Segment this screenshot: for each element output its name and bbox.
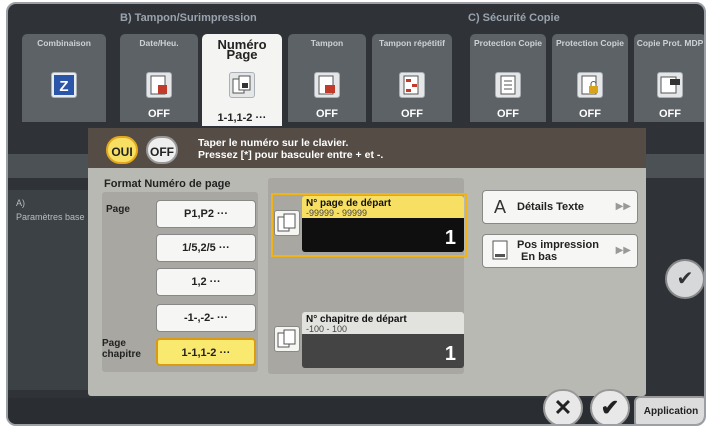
tab-value: OFF — [497, 108, 519, 120]
pos-impression-line-2: En bas — [521, 251, 558, 263]
tab-tampon[interactable]: Tampon OFF — [288, 34, 366, 122]
svg-text:Z: Z — [59, 78, 68, 95]
tab-label: Protection Copie — [555, 38, 624, 48]
tab-copie-prot-mdp[interactable]: Copie Prot. MDP OFF — [634, 34, 704, 122]
tab-date-heure[interactable]: Date/Heu. OFF — [120, 34, 198, 122]
combination-icon: Z — [51, 72, 77, 98]
tab-value: OFF — [579, 108, 601, 120]
mfp-screen: B) Tampon/Surimpression C) Sécurité Copi… — [6, 2, 706, 426]
start-chapter-range: -100 - 100 — [306, 324, 348, 334]
application-button[interactable]: Application — [634, 396, 704, 424]
stamp-icon — [314, 72, 340, 98]
tab-value: OFF — [659, 108, 681, 120]
copy-protect-icon — [495, 72, 521, 98]
chapter-number-icon — [274, 326, 300, 352]
details-texte-label: Détails Texte — [517, 201, 585, 213]
page-number-dialog: OUI OFF Taper le numéro sur le clavier. … — [88, 128, 646, 396]
start-page-input[interactable]: 1 — [302, 218, 464, 252]
chapter-label-line-1: Page — [102, 338, 126, 349]
format-plain-button[interactable]: 1,2 ··· — [156, 268, 256, 296]
tab-label: Copie Prot. MDP — [636, 38, 704, 48]
start-page-value: 1 — [444, 227, 456, 249]
oui-button[interactable]: OUI — [106, 136, 138, 164]
tab-label: Tampon répétitif — [379, 38, 445, 48]
tab-protection-copie-1[interactable]: Protection Copie OFF — [470, 34, 546, 122]
instruction-line-1: Taper le numéro sur le clavier. — [198, 137, 349, 149]
tab-numero-page[interactable]: Numéro Page 1-1,1-2 ··· — [202, 34, 282, 126]
tab-label: Date/Heu. — [139, 38, 179, 48]
tab-label: Combinaison — [37, 38, 91, 48]
start-page-field[interactable]: N° page de départ -99999 - 99999 1 — [271, 193, 467, 257]
cancel-x-icon[interactable]: ✕ — [543, 389, 583, 424]
chevron-right-icon: ▶▶ — [615, 245, 631, 256]
tab-value: OFF — [148, 108, 170, 120]
page-number-icon — [229, 72, 255, 98]
pos-impression-button[interactable]: Pos impression En bas ▶▶ — [482, 234, 638, 268]
tab-label: Protection Copie — [473, 38, 542, 48]
chapter-label-line-2: chapitre — [102, 349, 141, 360]
text-a-icon: A — [493, 197, 506, 217]
start-chapter-value: 1 — [444, 343, 456, 365]
background-check-icon: ✔ — [665, 259, 704, 299]
details-texte-button[interactable]: A Détails Texte ▶▶ — [482, 190, 638, 224]
start-page-range: -99999 - 99999 — [306, 208, 368, 218]
section-a-label: A) — [16, 198, 25, 208]
off-button[interactable]: OFF — [146, 136, 178, 164]
section-c-title: C) Sécurité Copie — [468, 12, 560, 24]
basic-settings-panel: A) Paramètres base — [8, 190, 88, 390]
chapter-page-label: Page chapitre — [102, 338, 141, 360]
tab-value: 1-1,1-2 ··· — [217, 112, 267, 124]
instruction-line-2: Pressez [*] pour basculer entre + et -. — [198, 149, 384, 161]
section-b-title: B) Tampon/Surimpression — [120, 12, 257, 24]
start-chapter-input[interactable]: 1 — [302, 334, 464, 368]
format-chapter-button[interactable]: 1-1,1-2 ··· — [156, 338, 256, 366]
pos-impression-line-1: Pos impression — [517, 239, 599, 251]
pos-impression-label: Pos impression En bas — [517, 239, 599, 263]
tab-label: Numéro Page — [217, 37, 267, 62]
start-chapter-field[interactable]: N° chapitre de départ -100 - 100 1 — [274, 312, 464, 370]
password-protect-icon — [657, 72, 683, 98]
tab-label: Tampon — [310, 38, 344, 48]
chevron-right-icon: ▶▶ — [615, 201, 631, 212]
tab-tampon-repetitif[interactable]: Tampon répétitif OFF — [372, 34, 452, 122]
page-position-icon — [489, 240, 511, 262]
tab-value: OFF — [401, 108, 423, 120]
format-group-title: Format Numéro de page — [104, 178, 231, 190]
page-number-icon — [274, 210, 300, 236]
ok-check-icon[interactable]: ✔ — [590, 389, 630, 424]
date-stamp-icon — [146, 72, 172, 98]
format-p1-p2-button[interactable]: P1,P2 ··· — [156, 200, 256, 228]
format-fraction-button[interactable]: 1/5,2/5 ··· — [156, 234, 256, 262]
section-a-sublabel: Paramètres base — [16, 212, 85, 222]
tab-protection-copie-2[interactable]: Protection Copie OFF — [552, 34, 628, 122]
instruction-text: Taper le numéro sur le clavier. Pressez … — [198, 137, 383, 161]
format-dash-button[interactable]: -1-,-2- ··· — [156, 304, 256, 332]
lock-icon — [577, 72, 603, 98]
tab-value: OFF — [316, 108, 338, 120]
tab-combinaison[interactable]: Combinaison Z — [22, 34, 106, 122]
page-label: Page — [106, 204, 130, 215]
repeat-stamp-icon — [399, 72, 425, 98]
